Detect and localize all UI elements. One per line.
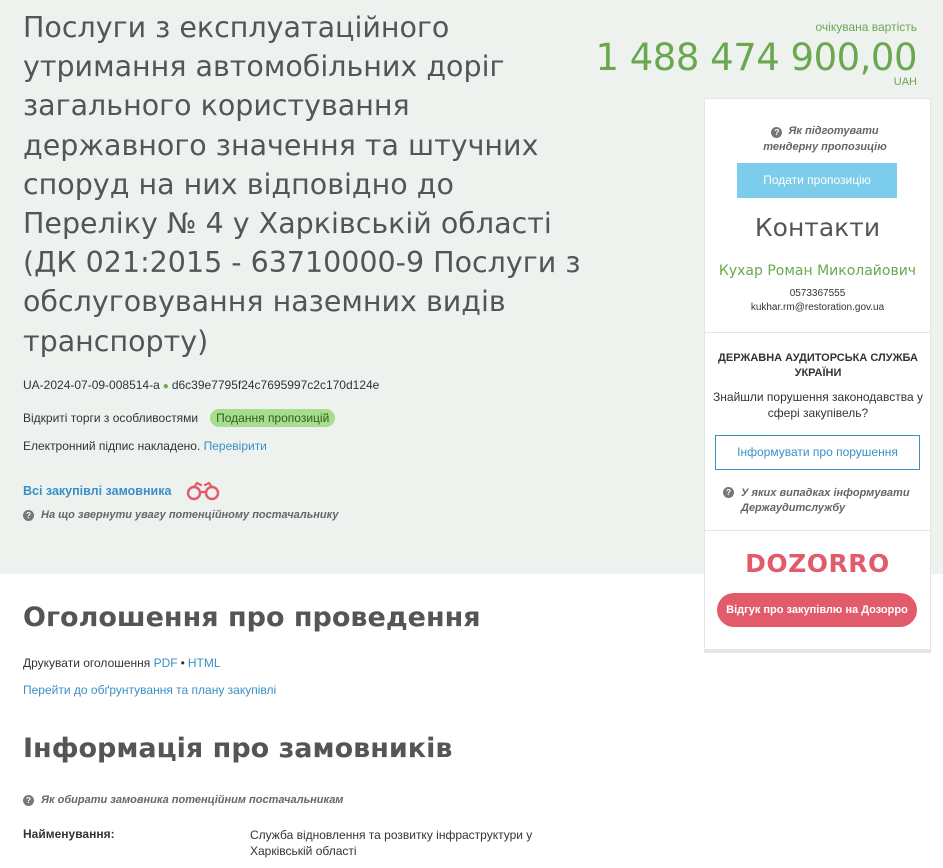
sidebar-divider xyxy=(705,530,930,531)
audit-service-text: Знайшли порушення законодавства у сфері … xyxy=(713,390,923,420)
esign-line: Електронний підпис накладено. Перевірити xyxy=(23,439,267,453)
dozorro-feedback-button[interactable]: Відгук про закупівлю на Дозорро xyxy=(717,593,917,627)
contact-name: Кухар Роман Миколайович xyxy=(718,263,917,279)
all-purchases-row: Всі закупівлі замовника xyxy=(23,481,221,501)
expected-value-currency: UAH xyxy=(893,76,917,88)
justification-plan-link[interactable]: Перейти до обґрунтування та плану закупі… xyxy=(23,683,276,697)
separator-dot-icon: • xyxy=(180,656,185,670)
print-label: Друкувати оголошення xyxy=(23,656,151,670)
expected-value-amount: 1 488 474 900,00 xyxy=(595,36,917,79)
expected-value-label: очікувана вартість xyxy=(815,20,918,34)
tender-id-line: UA-2024-07-09-008514-a ● d6c39e7795f24c769… xyxy=(23,378,379,392)
binoculars-icon[interactable] xyxy=(185,481,221,501)
all-purchases-link[interactable]: Всі закупівлі замовника xyxy=(23,484,171,498)
customer-name-value: Служба відновлення та розвитку інфрастру… xyxy=(250,828,533,858)
print-html-link[interactable]: HTML xyxy=(188,656,221,670)
sidebar-divider xyxy=(705,332,930,333)
question-icon: ? xyxy=(723,487,734,498)
print-pdf-link[interactable]: PDF xyxy=(154,656,178,670)
question-icon: ? xyxy=(771,127,783,138)
audit-service-title: ДЕРЖАВНА АУДИТОРСЬКА СЛУЖБА УКРАЇНИ xyxy=(718,352,918,379)
tender-hash: d6c39e7795f24c7695997c2c170d124e xyxy=(171,378,380,392)
status-badge: Подання пропозицій xyxy=(210,409,336,427)
customer-name-label: Найменування: xyxy=(23,827,115,841)
question-icon: ? xyxy=(23,795,34,806)
question-icon: ? xyxy=(23,510,34,521)
esign-verify-link[interactable]: Перевірити xyxy=(204,439,267,453)
attention-hint[interactable]: ? На що звернути увагу потенційному пост… xyxy=(23,509,338,521)
report-hint[interactable]: ? У яких випадках інформувати Держаудитс… xyxy=(723,486,918,516)
separator-dot-icon: ● xyxy=(162,381,169,392)
report-violation-button[interactable]: Інформувати про порушення xyxy=(715,435,920,470)
report-hint-text: У яких випадках інформувати Держаудитслу… xyxy=(741,487,910,514)
procedure-type-line: Відкриті торги з особливостями Подання п… xyxy=(23,409,336,427)
prepare-hint[interactable]: ? Як підготувати тендерну пропозицію xyxy=(745,123,905,155)
prepare-hint-text: Як підготувати тендерну пропозицію xyxy=(763,125,887,153)
print-announcement-line: Друкувати оголошення PDF • HTML xyxy=(23,656,221,670)
contacts-title: Контакти xyxy=(754,213,881,242)
tender-sidebar: ? Як підготувати тендерну пропозицію Пода… xyxy=(704,98,931,653)
contact-email: kukhar.rm@restoration.gov.ua xyxy=(750,302,885,313)
dozorro-logo: DOZORRO xyxy=(745,549,890,578)
contact-phone: 0573367555 xyxy=(789,288,846,299)
customer-hint-text: Як обирати замовника потенційним постача… xyxy=(41,794,344,806)
submit-proposal-button[interactable]: Подати пропозицію xyxy=(737,163,897,198)
tender-id: UA-2024-07-09-008514-a xyxy=(23,378,160,392)
attention-hint-text: На що звернути увагу потенційному постач… xyxy=(41,509,339,521)
procedure-type: Відкриті торги з особливостями xyxy=(23,411,199,425)
customers-title: Інформація про замовників xyxy=(23,733,453,764)
esign-text: Електронний підпис накладено. xyxy=(23,439,201,453)
tender-title: Послуги з експлуатаційного утримання авт… xyxy=(23,11,581,358)
announcement-title: Оголошення про проведення xyxy=(23,602,481,633)
customer-hint[interactable]: ? Як обирати замовника потенційним поста… xyxy=(23,794,343,806)
